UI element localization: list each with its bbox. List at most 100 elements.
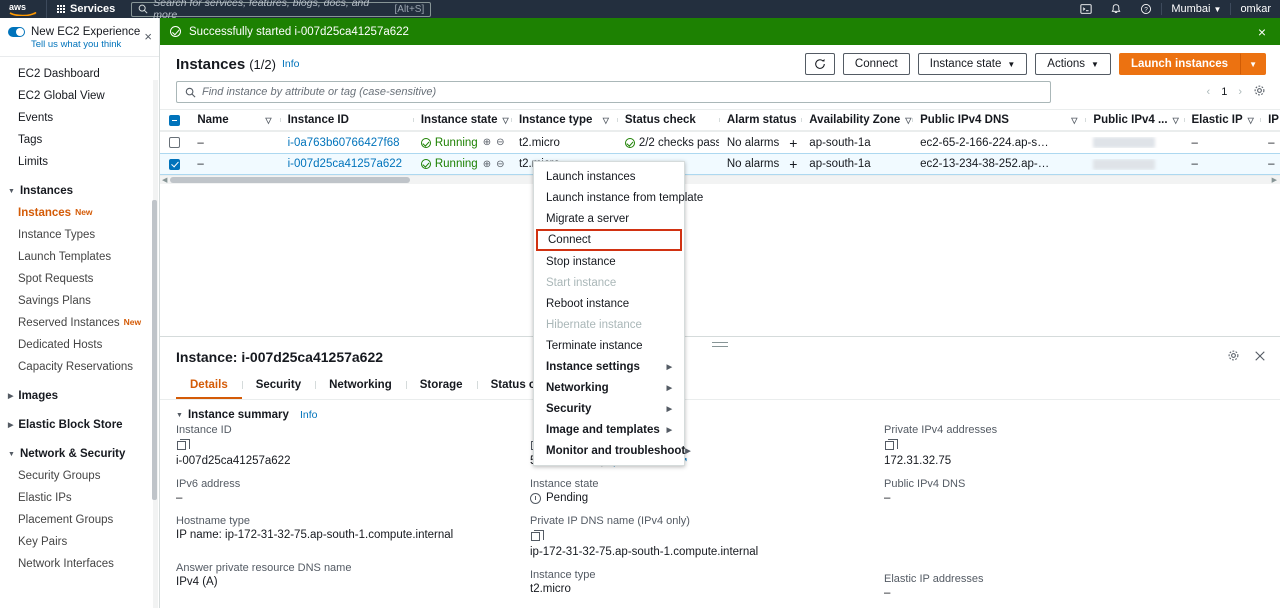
zoom-out-icon[interactable]: ⊖ [496,159,504,170]
instance-id-link[interactable]: i-0a763b60766427f68 [288,137,400,149]
table-row[interactable]: – i-0a763b60766427f68 Running ⊕ ⊖ t2.micr… [160,131,1280,153]
table-horizontal-scrollbar[interactable]: ◀ ▶ [160,175,1280,184]
column-name[interactable]: Name ▽ [189,114,279,126]
horizontal-scrollbar-thumb[interactable] [170,177,410,183]
column-alarm-status[interactable]: Alarm status [718,114,801,126]
actions-dropdown[interactable]: Actions ▼ [1035,53,1111,75]
summary-info-link[interactable]: Info [300,409,318,421]
scroll-left-icon[interactable]: ◀ [162,176,167,184]
launch-instances-caret[interactable]: ▼ [1240,53,1266,75]
instance-summary-header[interactable]: ▼ Instance summary Info [160,400,1280,424]
column-public-ipv4-dns[interactable]: Public IPv4 DNS ▽ [912,114,1085,126]
scroll-right-icon[interactable]: ▶ [1272,176,1277,184]
sidebar-item-limits[interactable]: Limits [0,151,159,173]
sidebar-item-security-groups[interactable]: Security Groups [0,465,159,487]
sidebar-item-ec2-global-view[interactable]: EC2 Global View [0,85,159,107]
refresh-button[interactable] [804,53,835,75]
next-page-button[interactable]: › [1238,86,1242,98]
row-checkbox[interactable] [169,158,181,170]
column-public-ipv4[interactable]: Public IPv4 ... ▽ [1085,114,1183,126]
table-settings-button[interactable] [1253,84,1266,100]
copy-icon[interactable] [177,439,190,450]
sidebar-item-instances[interactable]: Instances New [0,202,159,224]
bell-icon[interactable] [1101,0,1131,18]
sidebar-item-launch-templates[interactable]: Launch Templates [0,246,159,268]
tab-storage[interactable]: Storage [405,373,477,399]
sidebar-item-tags[interactable]: Tags [0,129,159,151]
tab-security[interactable]: Security [241,373,315,399]
copy-icon[interactable] [531,530,544,541]
aws-logo[interactable]: aws [0,0,46,18]
tab-details[interactable]: Details [176,373,242,399]
feedback-link[interactable]: Tell us what you think [31,39,149,50]
menu-item-networking[interactable]: Networking ▶ [534,377,684,398]
cloudshell-icon[interactable] [1071,0,1101,18]
zoom-out-icon[interactable]: ⊖ [496,137,504,148]
search-input[interactable]: Find instance by attribute or tag (case-… [176,81,1051,103]
sidebar-group-elastic-block-store[interactable]: ▶ Elastic Block Store [0,412,159,436]
menu-item-migrate-a-server[interactable]: Migrate a server [534,208,684,229]
sidebar-item-dedicated-hosts[interactable]: Dedicated Hosts [0,334,159,356]
detail-settings-button[interactable] [1227,349,1240,365]
sidebar-item-events[interactable]: Events [0,107,159,129]
column-availability-zone[interactable]: Availability Zone ▽ [801,114,912,126]
account-menu[interactable]: omkar [1231,0,1280,18]
global-search-input[interactable]: Search for services, features, blogs, do… [131,0,432,21]
sidebar-item-instance-types[interactable]: Instance Types [0,224,159,246]
new-experience-toggle[interactable] [8,27,25,37]
copy-icon[interactable] [885,439,898,450]
instance-id-link[interactable]: i-007d25ca41257a622 [288,158,402,170]
instance-state-dropdown[interactable]: Instance state ▼ [917,53,1028,75]
menu-item-terminate-instance[interactable]: Terminate instance [534,335,684,356]
menu-item-security[interactable]: Security ▶ [534,398,684,419]
help-icon[interactable]: ? [1131,0,1161,18]
flash-close-icon[interactable]: × [1258,25,1270,39]
sidebar-item-key-pairs[interactable]: Key Pairs [0,531,159,553]
detail-close-button[interactable] [1254,350,1266,365]
column-instance-id[interactable]: Instance ID [279,114,413,126]
menu-item-launch-instances[interactable]: Launch instances [534,166,684,187]
table-row[interactable]: – i-007d25ca41257a622 Running ⊕⊖ t2.micr… [160,153,1280,175]
services-menu-button[interactable]: Services [47,0,125,18]
info-link[interactable]: Info [282,58,300,70]
menu-item-monitor-and-troubleshoot[interactable]: Monitor and troubleshoot ▶ [534,440,691,461]
menu-item-launch-instance-from-template[interactable]: Launch instance from template [534,187,703,208]
tab-networking[interactable]: Networking [315,373,406,399]
sidebar-item-spot-requests[interactable]: Spot Requests [0,268,159,290]
connect-button[interactable]: Connect [842,53,910,75]
menu-item-connect[interactable]: Connect [536,229,682,251]
sidebar-group-instances[interactable]: ▼ Instances [0,178,159,202]
menu-item-reboot-instance[interactable]: Reboot instance [534,293,684,314]
sidebar-scrollbar-thumb[interactable] [152,200,157,500]
sidebar-group-images[interactable]: ▶ Images [0,383,159,407]
column-instance-state[interactable]: Instance state ▽ [412,114,511,126]
panel-resize-handle[interactable] [712,342,728,347]
sidebar-item-network-interfaces[interactable]: Network Interfaces [0,553,159,575]
zoom-in-icon[interactable]: ⊕ [483,137,491,148]
column-status-check[interactable]: Status check [616,114,719,126]
add-alarm-icon[interactable]: + [789,156,797,172]
menu-item-image-and-templates[interactable]: Image and templates ▶ [534,419,684,440]
page-number[interactable]: 1 [1221,86,1227,98]
sidebar-item-ec2-dashboard[interactable]: EC2 Dashboard [0,63,159,85]
menu-item-stop-instance[interactable]: Stop instance [534,251,684,272]
sidebar-item-placement-groups[interactable]: Placement Groups [0,509,159,531]
zoom-in-icon[interactable]: ⊕ [483,159,491,170]
column-elastic-ip[interactable]: Elastic IP ▽ [1183,114,1261,126]
column-ip[interactable]: IP [1260,114,1280,126]
launch-instances-button[interactable]: Launch instances [1118,53,1241,75]
close-icon[interactable]: × [144,30,152,43]
sidebar-item-reserved-instances[interactable]: Reserved Instances New [0,312,159,334]
sidebar-group-load-balancing[interactable]: ▼ Load Balancing [0,580,159,585]
sidebar-group-network-security[interactable]: ▼ Network & Security [0,441,159,465]
sidebar-item-savings-plans[interactable]: Savings Plans [0,290,159,312]
sidebar-item-elastic-ips[interactable]: Elastic IPs [0,487,159,509]
region-selector[interactable]: Mumbai ▼ [1162,0,1230,18]
column-instance-type[interactable]: Instance type ▽ [510,114,617,126]
sidebar-item-capacity-reservations[interactable]: Capacity Reservations [0,356,159,378]
select-all-checkbox[interactable] [169,114,181,126]
row-checkbox[interactable] [169,137,181,148]
prev-page-button[interactable]: ‹ [1207,86,1211,98]
menu-item-instance-settings[interactable]: Instance settings ▶ [534,356,684,377]
sidebar-scrollbar-track[interactable] [152,80,158,608]
